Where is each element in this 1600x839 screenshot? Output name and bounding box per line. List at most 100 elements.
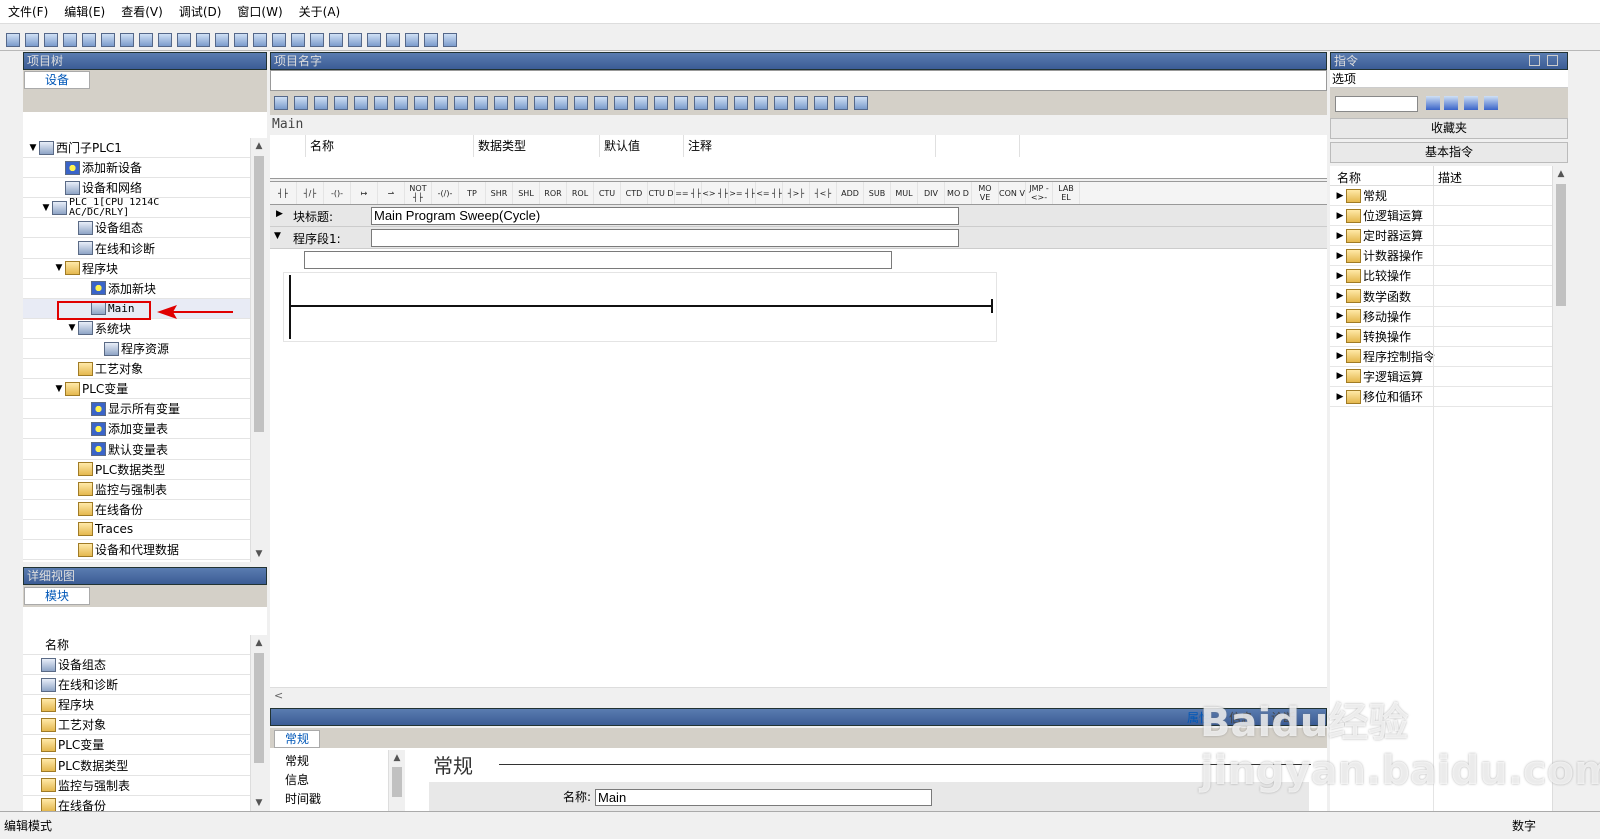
ladder-instruction-button[interactable]: CTD — [621, 182, 648, 204]
editor-hscrollbar[interactable]: < — [270, 687, 1327, 704]
properties-nav-item[interactable]: 信息 — [285, 771, 309, 788]
scroll-thumb[interactable] — [392, 767, 402, 797]
expand-arrow-icon[interactable]: ▶ — [1334, 231, 1346, 241]
toolbar-upload-icon[interactable] — [232, 31, 250, 49]
toolbar-redo-icon[interactable] — [175, 31, 193, 49]
menu-file[interactable]: 文件(F) — [0, 3, 56, 20]
tree-item[interactable]: 设备组态 — [23, 218, 251, 239]
expand-arrow-icon[interactable]: ▶ — [1334, 311, 1346, 321]
refresh-icon[interactable] — [1484, 96, 1500, 112]
ladder-instruction-button[interactable]: SUB — [864, 182, 891, 204]
ladder-instruction-button[interactable]: CTU D — [648, 182, 675, 204]
expand-arrow-icon[interactable]: ▶ — [1334, 271, 1346, 281]
tab-diagnostics[interactable]: 诊断 — [1271, 709, 1295, 726]
expand-arrow-icon[interactable]: ▶ — [1334, 351, 1346, 361]
tree-item[interactable]: 工艺对象 — [23, 359, 251, 380]
menu-debug[interactable]: 调试(D) — [171, 3, 230, 20]
ladder-instruction-button[interactable]: SHL — [513, 182, 540, 204]
scroll-down-icon[interactable]: ▼ — [251, 546, 267, 562]
expand-arrow-icon[interactable]: ▼ — [66, 323, 78, 333]
editor-tool-10-icon[interactable] — [452, 94, 470, 112]
menu-view[interactable]: 查看(V) — [113, 3, 171, 20]
toolbar-run-icon[interactable] — [346, 31, 364, 49]
tree-item[interactable]: ▼ 程序块 — [23, 259, 251, 279]
toolbar-paste-icon[interactable] — [118, 31, 136, 49]
properties-nav-item[interactable]: 时间戳 — [285, 790, 321, 807]
editor-tool-6-icon[interactable] — [372, 94, 390, 112]
instruction-folder[interactable]: ▶ 移位和循环 — [1330, 387, 1552, 407]
instruction-folder[interactable]: ▶ 数学函数 — [1330, 287, 1552, 307]
instruction-folder[interactable]: ▶ 比较操作 — [1330, 266, 1552, 287]
editor-tool-30-icon[interactable] — [852, 94, 870, 112]
tree-item[interactable]: 添加新设备 — [23, 158, 251, 179]
toolbar-help-icon[interactable] — [441, 31, 459, 49]
editor-tool-15-icon[interactable] — [552, 94, 570, 112]
col-instr-name[interactable]: 名称 — [1337, 169, 1361, 186]
tree-item[interactable]: 设备和网络 — [23, 178, 251, 199]
ladder-instruction-button[interactable]: -()- — [324, 182, 351, 204]
filter-icon[interactable] — [1464, 96, 1480, 112]
ladder-instruction-button[interactable]: TP — [459, 182, 486, 204]
tree-item[interactable]: 添加变量表 — [23, 419, 251, 440]
toolbar-go-offline-icon[interactable] — [308, 31, 326, 49]
pin-icon[interactable] — [1529, 55, 1540, 66]
editor-tool-4-icon[interactable] — [332, 94, 350, 112]
expand-arrow-icon[interactable]: ▶ — [1334, 331, 1346, 341]
expand-arrow-icon[interactable]: ▼ — [53, 263, 65, 273]
favorites-bar[interactable]: 收藏夹 — [1330, 118, 1568, 139]
toolbar-stop-icon[interactable] — [365, 31, 383, 49]
expand-arrow-icon[interactable]: ▶ — [1334, 191, 1346, 201]
detail-item[interactable]: 工艺对象 — [23, 715, 251, 736]
properties-nav-scrollbar[interactable]: ▲ — [388, 750, 405, 811]
toolbar-cut-icon[interactable] — [80, 31, 98, 49]
toolbar-monitor-icon[interactable] — [251, 31, 269, 49]
editor-tool-3-icon[interactable] — [312, 94, 330, 112]
ladder-instruction-button[interactable]: ROL — [567, 182, 594, 204]
menu-about[interactable]: 关于(A) — [291, 3, 349, 20]
instruction-folder[interactable]: ▶ 程序控制指令 — [1330, 347, 1552, 367]
detail-view-scrollbar[interactable]: ▲ ▼ — [250, 635, 267, 811]
toolbar-save-all-icon[interactable] — [61, 31, 79, 49]
col-name[interactable]: 名称 — [306, 135, 474, 157]
name-field[interactable]: Main — [595, 789, 932, 806]
editor-tool-16-icon[interactable] — [572, 94, 590, 112]
tree-item[interactable]: 在线和诊断 — [23, 239, 251, 259]
ladder-instruction-button[interactable]: MO D — [945, 182, 972, 204]
editor-tool-17-icon[interactable] — [592, 94, 610, 112]
instruction-folder[interactable]: ▶ 计数器操作 — [1330, 246, 1552, 267]
segment-title-field[interactable] — [371, 229, 959, 247]
editor-tool-18-icon[interactable] — [612, 94, 630, 112]
ladder-instruction-button[interactable]: ⇀ — [378, 182, 405, 204]
expand-arrow-icon[interactable]: ▶ — [1334, 211, 1346, 221]
project-tree-scrollbar[interactable]: ▲ ▼ — [250, 138, 267, 562]
toolbar-new-icon[interactable] — [4, 31, 22, 49]
editor-tool-1-icon[interactable] — [272, 94, 290, 112]
scroll-up-icon[interactable]: ▲ — [389, 750, 405, 766]
tree-item[interactable]: ▼ 西门子PLC1 — [23, 138, 251, 158]
ladder-instruction-button[interactable]: NOT ┤├ — [405, 182, 432, 204]
ladder-instruction-button[interactable]: <> ┤├ — [702, 182, 729, 204]
instruction-folder[interactable]: ▶ 转换操作 — [1330, 327, 1552, 347]
ladder-instruction-button[interactable]: ┤>├ — [783, 182, 810, 204]
toolbar-compile-icon[interactable] — [270, 31, 288, 49]
detail-item[interactable]: 在线备份 — [23, 796, 251, 811]
ladder-instruction-button[interactable]: ROR — [540, 182, 567, 204]
instruction-folder[interactable]: ▶ 定时器运算 — [1330, 226, 1552, 247]
ladder-instruction-button[interactable]: ADD — [837, 182, 864, 204]
editor-tool-24-icon[interactable] — [732, 94, 750, 112]
toolbar-save-icon[interactable] — [42, 31, 60, 49]
menu-edit[interactable]: 编辑(E) — [56, 3, 113, 20]
ladder-instruction-button[interactable]: LAB EL — [1053, 182, 1080, 204]
editor-tool-28-icon[interactable] — [812, 94, 830, 112]
col-instr-desc[interactable]: 描述 — [1438, 169, 1462, 186]
ladder-instruction-button[interactable]: MO VE — [972, 182, 999, 204]
editor-tool-8-icon[interactable] — [412, 94, 430, 112]
scroll-left-icon[interactable]: < — [274, 689, 283, 702]
editor-tool-7-icon[interactable] — [392, 94, 410, 112]
editor-tool-29-icon[interactable] — [832, 94, 850, 112]
expand-arrow-icon[interactable]: ▶ — [1334, 251, 1346, 261]
editor-tool-19-icon[interactable] — [632, 94, 650, 112]
editor-tool-27-icon[interactable] — [792, 94, 810, 112]
sort-desc-icon[interactable] — [1444, 96, 1460, 112]
ladder-instruction-button[interactable]: DIV — [918, 182, 945, 204]
